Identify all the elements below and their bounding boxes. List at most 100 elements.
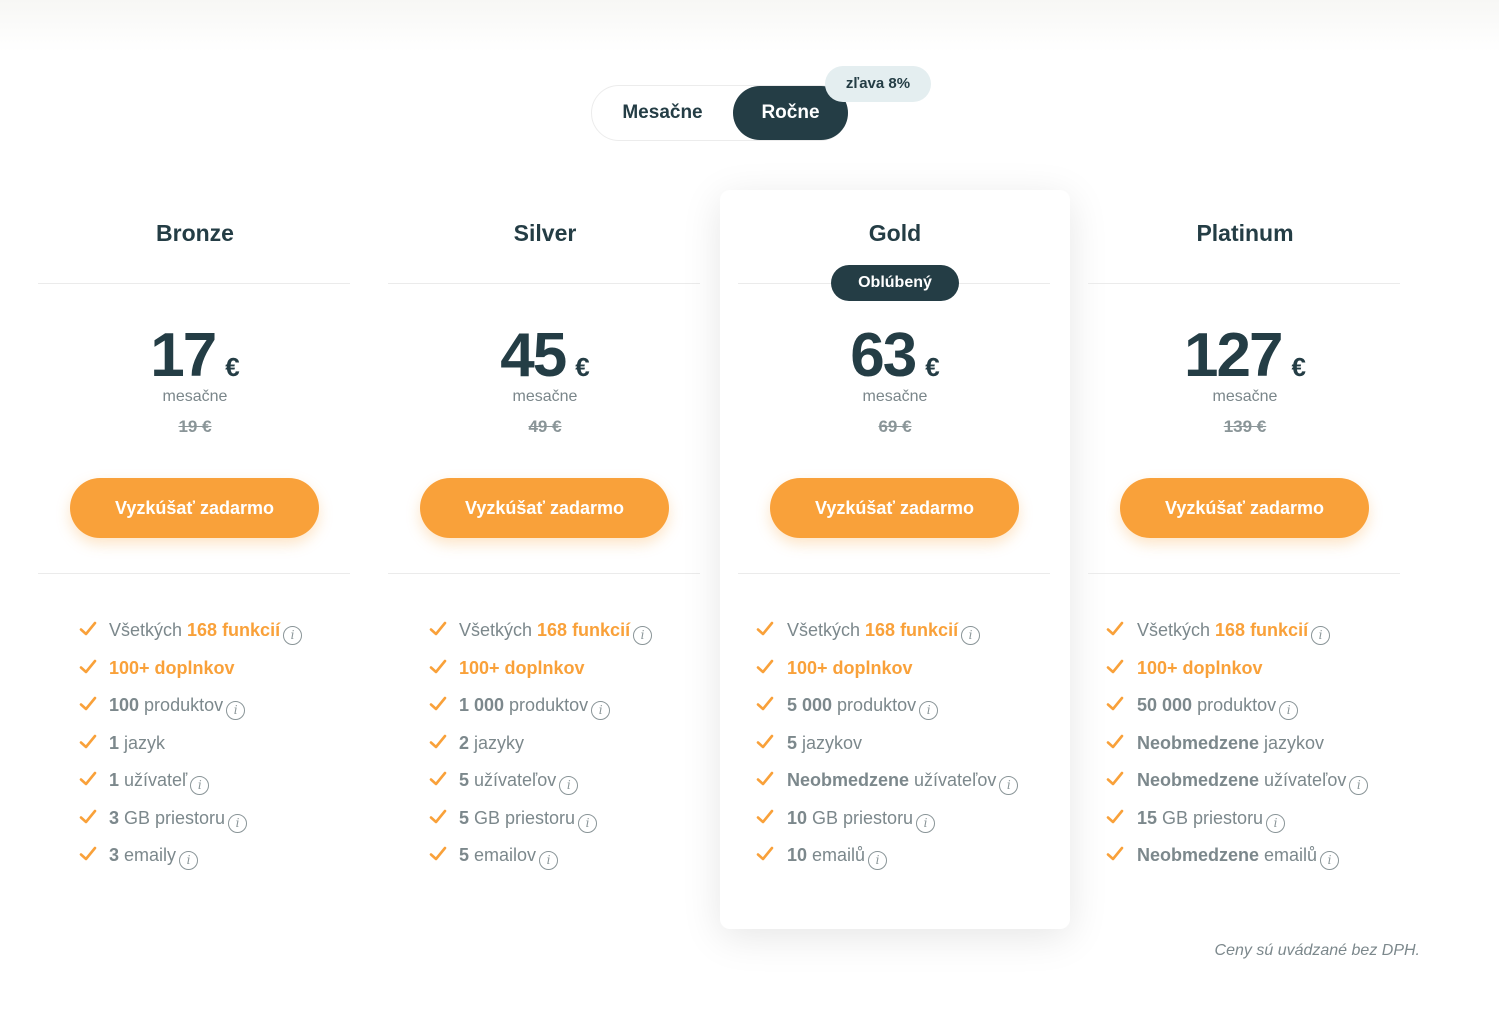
info-icon[interactable]: i	[868, 851, 888, 870]
price: 17 €	[20, 325, 370, 387]
plan-card-platinum: Platinum 127 € mesačne 139 € Vyzkúšať zadarmo…	[1070, 190, 1420, 929]
plan-name: Platinum	[1196, 220, 1294, 246]
feature-text: Všetkých 168 funkcií i	[109, 615, 303, 645]
feature-prefix: Všetkých	[1137, 620, 1216, 640]
feature-label: GB priestoru	[119, 807, 226, 828]
divider	[38, 283, 350, 284]
info-icon[interactable]: i	[1279, 701, 1299, 720]
info-icon[interactable]: i	[179, 851, 199, 870]
info-icon[interactable]: i	[919, 701, 939, 720]
check-icon	[755, 618, 775, 638]
feature-highlight[interactable]: 100+ doplnkov	[459, 658, 585, 678]
feature-text: 5 emailov i	[459, 840, 559, 870]
feature-text: 5 000 produktov i	[787, 690, 939, 720]
info-icon[interactable]: i	[578, 813, 598, 833]
feature-text: 2 jazyky	[459, 728, 524, 758]
feature-text: 100+ doplnkov	[109, 653, 235, 683]
info-icon[interactable]: i	[283, 626, 303, 645]
feature-item: 5 000 produktov i	[720, 690, 1070, 728]
info-icon[interactable]: i	[999, 776, 1019, 795]
feature-text: 3 GB priestoru i	[109, 803, 248, 833]
try-free-button[interactable]: Vyzkúšať zadarmo	[1120, 478, 1369, 538]
feature-item: Neobmedzene užívateľov i	[720, 765, 1070, 803]
feature-text: Neobmedzene užívateľov i	[787, 765, 1019, 795]
price-currency: €	[575, 352, 590, 382]
feature-item: 5 užívateľov i	[370, 765, 720, 803]
price-period: mesačne	[162, 388, 228, 405]
check-icon	[755, 693, 775, 713]
feature-item: 3 emaily i	[20, 840, 370, 878]
divider	[38, 573, 350, 574]
feature-highlight[interactable]: 168 funkcií	[865, 620, 958, 640]
feature-item: 10 emailů i	[720, 840, 1070, 878]
feature-text: 10 emailů i	[787, 840, 888, 870]
price-amount: 127	[1184, 321, 1283, 390]
plan-card-bronze: Bronze 17 € mesačne 19 € Vyzkúšať zadarmo Všet…	[20, 190, 370, 929]
feature-value: Neobmedzene	[1137, 732, 1260, 753]
feature-value: 5	[459, 770, 470, 790]
feature-label: produktov	[1192, 695, 1277, 715]
check-icon	[428, 693, 448, 713]
feature-value: 1	[109, 770, 120, 790]
price-period: mesačne	[1212, 388, 1278, 405]
info-icon[interactable]: i	[591, 701, 611, 720]
feature-prefix: Všetkých	[787, 620, 866, 640]
feature-item: 50 000 produktov i	[1070, 690, 1420, 728]
check-icon	[755, 768, 775, 788]
feature-highlight[interactable]: 100+ doplnkov	[109, 658, 235, 678]
feature-list: Všetkých 168 funkcií i 100+ doplnkov 5 000 …	[720, 615, 1070, 878]
info-icon[interactable]: i	[1349, 776, 1369, 795]
info-icon[interactable]: i	[559, 776, 579, 795]
feature-text: 15 GB priestoru i	[1137, 803, 1286, 833]
feature-highlight[interactable]: 100+ doplnkov	[1137, 658, 1263, 678]
info-icon[interactable]: i	[916, 813, 936, 833]
feature-text: 100+ doplnkov	[1137, 653, 1263, 683]
feature-item: 100+ doplnkov	[370, 653, 720, 691]
feature-item: Neobmedzene užívateľov i	[1070, 765, 1420, 803]
info-icon[interactable]: i	[961, 626, 981, 645]
feature-text: 1 jazyk	[109, 728, 165, 758]
try-free-button[interactable]: Vyzkúšať zadarmo	[420, 478, 669, 538]
feature-item: 1 000 produktov i	[370, 690, 720, 728]
feature-value: 3	[109, 845, 120, 865]
info-icon[interactable]: i	[539, 851, 559, 870]
info-icon[interactable]: i	[228, 813, 248, 833]
feature-text: 5 jazykov	[787, 728, 862, 758]
feature-list: Všetkých 168 funkcií i 100+ doplnkov 50 000…	[1070, 615, 1420, 878]
feature-highlight[interactable]: 168 funkcií	[187, 620, 280, 640]
feature-item: 5 GB priestoru i	[370, 803, 720, 841]
price-period: mesačne	[862, 388, 928, 405]
feature-label: emaily	[119, 845, 177, 865]
info-icon[interactable]: i	[1320, 851, 1340, 870]
top-band	[0, 0, 1499, 52]
check-icon	[78, 806, 98, 826]
feature-value: 10	[787, 807, 808, 828]
feature-highlight[interactable]: 168 funkcií	[1215, 620, 1308, 640]
info-icon[interactable]: i	[633, 626, 653, 645]
old-price: 139 €	[1223, 417, 1267, 436]
try-free-button[interactable]: Vyzkúšať zadarmo	[70, 478, 319, 538]
feature-value: Neobmedzene	[787, 770, 910, 790]
feature-item: Všetkých 168 funkcií i	[1070, 615, 1420, 653]
discount-badge: zľava 8%	[825, 66, 931, 102]
billing-monthly-option[interactable]: Mesačne	[592, 86, 733, 140]
feature-value: 10	[787, 845, 808, 865]
feature-item: 5 jazykov	[720, 728, 1070, 766]
feature-highlight[interactable]: 100+ doplnkov	[787, 658, 913, 678]
feature-item: Všetkých 168 funkcií i	[720, 615, 1070, 653]
check-icon	[755, 731, 775, 751]
feature-value: 100	[109, 695, 140, 715]
try-free-button[interactable]: Vyzkúšať zadarmo	[770, 478, 1019, 538]
old-price: 19 €	[178, 417, 212, 436]
feature-item: 2 jazyky	[370, 728, 720, 766]
check-icon	[755, 843, 775, 863]
check-icon	[78, 768, 98, 788]
info-icon[interactable]: i	[1311, 626, 1331, 645]
info-icon[interactable]: i	[1266, 813, 1286, 833]
billing-toggle[interactable]: Mesačne Ročne	[591, 85, 848, 141]
info-icon[interactable]: i	[226, 701, 246, 720]
feature-highlight[interactable]: 168 funkcií	[537, 620, 630, 640]
popular-badge: Oblúbený	[831, 265, 959, 301]
check-icon	[1105, 693, 1125, 713]
info-icon[interactable]: i	[190, 776, 210, 795]
